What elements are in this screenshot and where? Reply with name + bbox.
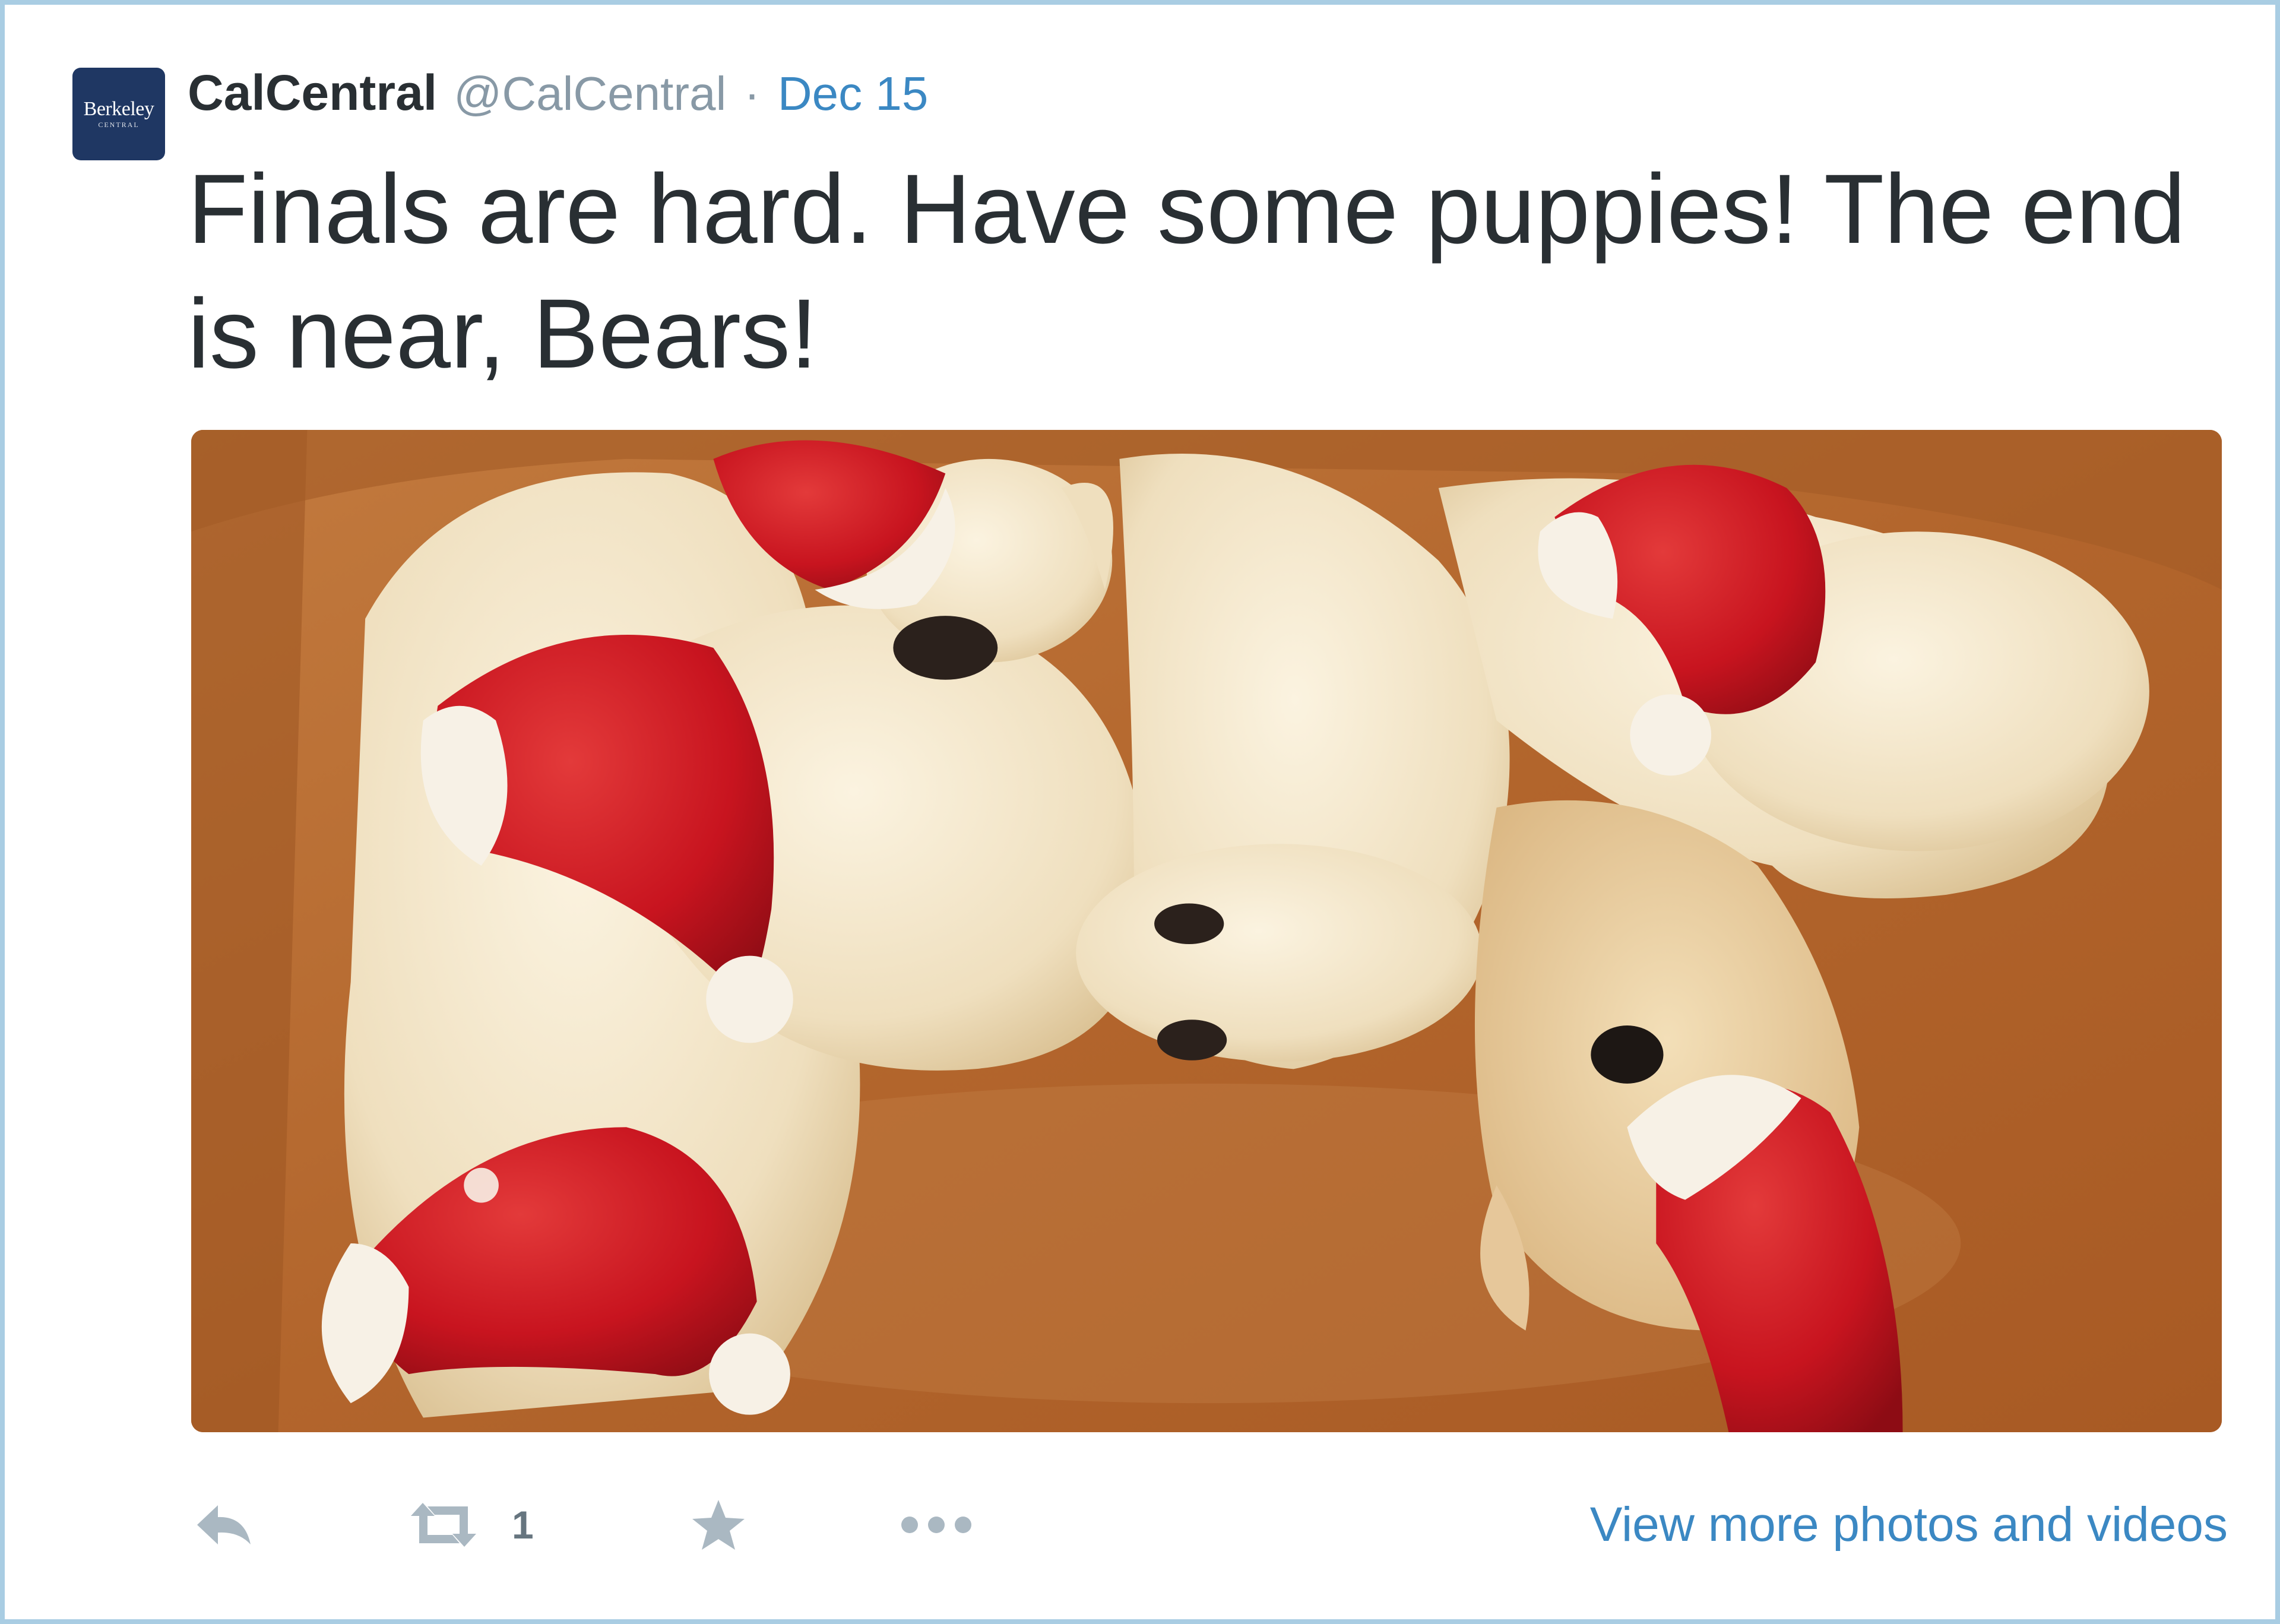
star-icon: [690, 1496, 747, 1553]
tweet-date[interactable]: Dec 15: [778, 67, 928, 121]
reply-icon: [191, 1498, 256, 1552]
avatar-brand-subtext: CENTRAL: [98, 121, 140, 129]
more-dots-icon: [898, 1513, 975, 1537]
tweet-header: CalCentral @CalCentral · Dec 15: [188, 64, 928, 129]
retweet-icon: [405, 1498, 482, 1552]
favorite-button[interactable]: [690, 1489, 747, 1560]
author-handle[interactable]: @CalCentral: [454, 67, 726, 121]
tweet-photo[interactable]: [191, 430, 2222, 1432]
header-separator: ·: [744, 67, 760, 120]
more-button[interactable]: [898, 1489, 975, 1560]
retweet-button[interactable]: 1: [405, 1489, 534, 1560]
avatar-brand-text: Berkeley: [83, 98, 154, 120]
tweet-card: Berkeley CENTRAL CalCentral @CalCentral …: [0, 0, 2280, 1624]
view-more-media-link[interactable]: View more photos and videos: [1590, 1489, 2228, 1560]
reply-button[interactable]: [191, 1489, 256, 1560]
avatar[interactable]: Berkeley CENTRAL: [72, 68, 165, 160]
author-name[interactable]: CalCentral: [188, 64, 437, 122]
tweet-text: Finals are hard. Have some puppies! The …: [188, 154, 2186, 389]
tweet-actions: 1 View more photos and videos: [191, 1489, 2228, 1560]
retweet-count: 1: [512, 1503, 534, 1547]
